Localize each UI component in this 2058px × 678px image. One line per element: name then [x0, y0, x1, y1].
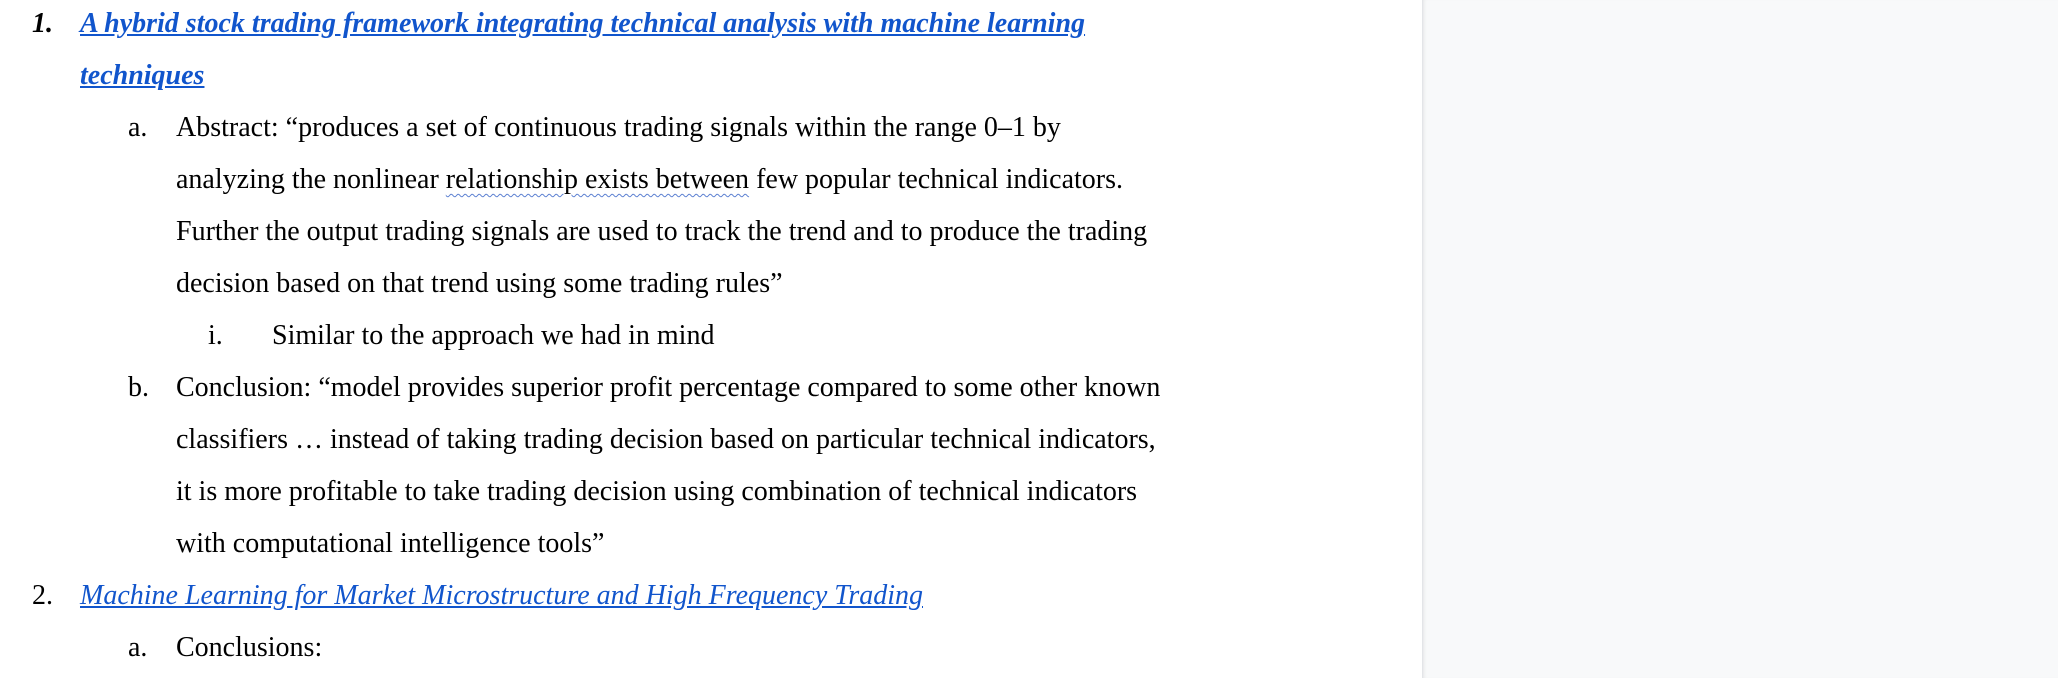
- abstract-line-2-pre: analyzing the nonlinear: [176, 164, 446, 195]
- conclusion-line-3: it is more profitable to take trading de…: [176, 476, 1138, 507]
- page-side-gutter: [1422, 0, 2058, 678]
- note-similar-approach: Similar to the approach we had in mind: [272, 320, 715, 351]
- abstract-line-1: Abstract: “produces a set of continuous …: [176, 112, 1061, 143]
- document-page[interactable]: 1. A hybrid stock trading framework inte…: [0, 0, 1422, 678]
- list-marker-1a: a.: [128, 112, 148, 143]
- list-number-1: 1.: [32, 8, 53, 39]
- abstract-line-4: decision based on that trend using some …: [176, 268, 783, 299]
- abstract-line-3: Further the output trading signals are u…: [176, 216, 1148, 247]
- paper-link-ml-market-microstructure[interactable]: Machine Learning for Market Microstructu…: [80, 570, 923, 622]
- grammar-flagged-phrase[interactable]: relationship exists between: [446, 164, 749, 195]
- conclusion-line-1: Conclusion: “model provides superior pro…: [176, 372, 1161, 403]
- list-marker-1b: b.: [128, 372, 149, 403]
- list-marker-1ai: i.: [208, 320, 223, 351]
- paper-link-hybrid-stock-trading-cont[interactable]: techniques: [80, 50, 204, 102]
- abstract-line-2-post: few popular technical indicators.: [749, 164, 1124, 195]
- list-marker-2a: a.: [128, 632, 148, 663]
- conclusions-heading: Conclusions:: [176, 632, 323, 663]
- paper-link-hybrid-stock-trading[interactable]: A hybrid stock trading framework integra…: [80, 0, 1085, 50]
- abstract-line-2: analyzing the nonlinear relationship exi…: [176, 154, 1123, 206]
- list-number-2: 2.: [32, 580, 53, 611]
- conclusion-line-2: classifiers … instead of taking trading …: [176, 424, 1156, 455]
- conclusion-line-4: with computational intelligence tools”: [176, 528, 605, 559]
